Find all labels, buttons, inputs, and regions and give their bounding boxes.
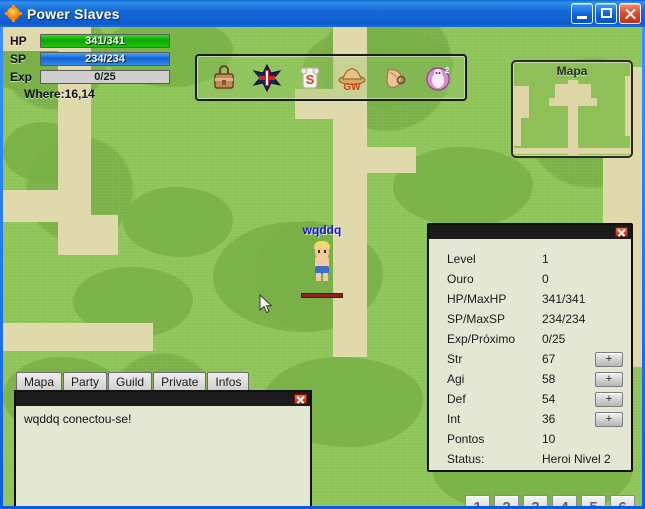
stat-row: Int 36 + (429, 409, 631, 429)
stat-key: Ouro (447, 272, 474, 286)
chat-panel: wqddq conectou-se! (14, 390, 312, 506)
increase-agi-button[interactable]: + (595, 371, 623, 387)
hotkey-slot-4[interactable]: 4 (552, 495, 577, 506)
stat-row: Def 54 + (429, 389, 631, 409)
chat-message-list: wqddq conectou-se! (16, 406, 310, 432)
hotkey-slot-2[interactable]: 2 (494, 495, 519, 506)
player-status-hud: HP 341/341 SP 234/234 Exp 0/25 Where:16,… (10, 33, 170, 101)
action-toolbar: S GW 2 (195, 54, 467, 101)
item-icon[interactable] (380, 63, 410, 93)
player-character[interactable]: wqddq (299, 223, 345, 305)
coordinates-label: Where:16,14 (24, 87, 95, 101)
stat-row-status: Status: Heroi Nivel 2 (429, 449, 631, 469)
stat-row: HP/MaxHP 341/341 (429, 289, 631, 309)
stat-value: 0/25 (542, 332, 566, 346)
stat-key: Level (447, 252, 476, 266)
svg-text:GW: GW (344, 82, 362, 93)
stat-key: Pontos (447, 432, 485, 446)
close-button[interactable] (619, 3, 641, 24)
emblem-icon[interactable] (252, 63, 282, 93)
stat-key: Int (447, 412, 461, 426)
game-viewport[interactable]: HP 341/341 SP 234/234 Exp 0/25 Where:16,… (3, 27, 642, 506)
game-window: Power Slaves HP 341/341 SP 234/234 Exp 0… (0, 0, 645, 509)
chat-close-icon[interactable] (294, 394, 307, 404)
stat-value: 67 (542, 352, 556, 366)
hp-bar: 341/341 (40, 33, 170, 48)
stat-row: SP/MaxSP 234/234 (429, 309, 631, 329)
exp-bar-row: Exp 0/25 (10, 69, 170, 84)
stat-row: Level 1 (429, 249, 631, 269)
stat-value: 341/341 (542, 292, 586, 306)
chat-tab-infos[interactable]: Infos (207, 372, 250, 390)
increase-str-button[interactable]: + (595, 351, 623, 367)
stat-key: Agi (447, 372, 465, 386)
window-controls (571, 3, 643, 24)
mouse-cursor (259, 293, 273, 314)
chat-tab-private[interactable]: Private (153, 372, 207, 390)
stat-value: 0 (542, 272, 549, 286)
stat-row: Agi 58 + (429, 369, 631, 389)
stat-row: Str 67 + (429, 349, 631, 369)
svg-text:S: S (305, 72, 314, 87)
hotkey-bar: 1 2 3 4 5 6 (465, 495, 635, 506)
stat-key: Def (447, 392, 466, 406)
stat-value: 1 (542, 252, 549, 266)
increase-int-button[interactable]: + (595, 411, 623, 427)
sp-bar-row: SP 234/234 (10, 51, 170, 66)
pet-icon[interactable]: 2 (423, 63, 453, 93)
gw-hat-icon[interactable]: GW (337, 63, 367, 93)
app-sun-icon (5, 5, 22, 22)
stats-panel-header (429, 225, 631, 239)
scroll-s-icon[interactable]: S (295, 63, 325, 93)
stat-value: 10 (542, 432, 556, 446)
hp-bar-row: HP 341/341 (10, 33, 170, 48)
hotkey-slot-3[interactable]: 3 (523, 495, 548, 506)
exp-value: 0/25 (94, 70, 116, 83)
stat-key: HP/MaxHP (447, 292, 507, 306)
minimap-label: Mapa (556, 64, 588, 78)
hotkey-slot-5[interactable]: 5 (581, 495, 606, 506)
sp-bar: 234/234 (40, 51, 170, 66)
hotkey-slot-1[interactable]: 1 (465, 495, 490, 506)
chat-tab-bar: Mapa Party Guild Private Infos (16, 372, 250, 390)
stat-key: Str (447, 352, 463, 366)
svg-text:2: 2 (444, 66, 449, 75)
hp-label: HP (10, 33, 27, 48)
stats-close-icon[interactable] (615, 227, 628, 237)
stat-row: Exp/Próximo 0/25 (429, 329, 631, 349)
sp-value: 234/234 (85, 52, 125, 65)
stat-value: 36 (542, 412, 556, 426)
stat-key: Status: (447, 452, 485, 466)
minimap-panel[interactable]: Mapa (511, 60, 633, 158)
chat-tab-guild[interactable]: Guild (108, 372, 153, 390)
stat-value: Heroi Nivel 2 (542, 452, 611, 466)
player-name-label: wqddq (302, 223, 342, 237)
window-title: Power Slaves (27, 5, 120, 22)
player-sprite (311, 241, 333, 281)
chat-tab-party[interactable]: Party (63, 372, 108, 390)
exp-bar: 0/25 (40, 69, 170, 84)
hotkey-slot-6[interactable]: 6 (610, 495, 635, 506)
chat-panel-header (16, 392, 310, 406)
maximize-button[interactable] (595, 3, 617, 24)
player-hp-overhead (301, 293, 343, 298)
stat-key: SP/MaxSP (447, 312, 506, 326)
sp-label: SP (10, 51, 27, 66)
stat-row: Pontos 10 (429, 429, 631, 449)
title-bar: Power Slaves (0, 0, 645, 27)
bag-icon[interactable] (209, 63, 239, 93)
stat-value: 54 (542, 392, 556, 406)
stat-value: 58 (542, 372, 556, 386)
hp-value: 341/341 (85, 34, 125, 47)
chat-tab-mapa[interactable]: Mapa (16, 372, 63, 390)
stats-list: Level 1 Ouro 0 HP/MaxHP 341/341 SP/MaxSP… (429, 239, 631, 469)
chat-message: wqddq conectou-se! (24, 412, 132, 426)
character-stats-panel: Level 1 Ouro 0 HP/MaxHP 341/341 SP/MaxSP… (427, 223, 633, 472)
exp-label: Exp (10, 69, 33, 84)
stat-key: Exp/Próximo (447, 332, 516, 346)
minimize-button[interactable] (571, 3, 593, 24)
stat-row: Ouro 0 (429, 269, 631, 289)
stat-value: 234/234 (542, 312, 586, 326)
increase-def-button[interactable]: + (595, 391, 623, 407)
